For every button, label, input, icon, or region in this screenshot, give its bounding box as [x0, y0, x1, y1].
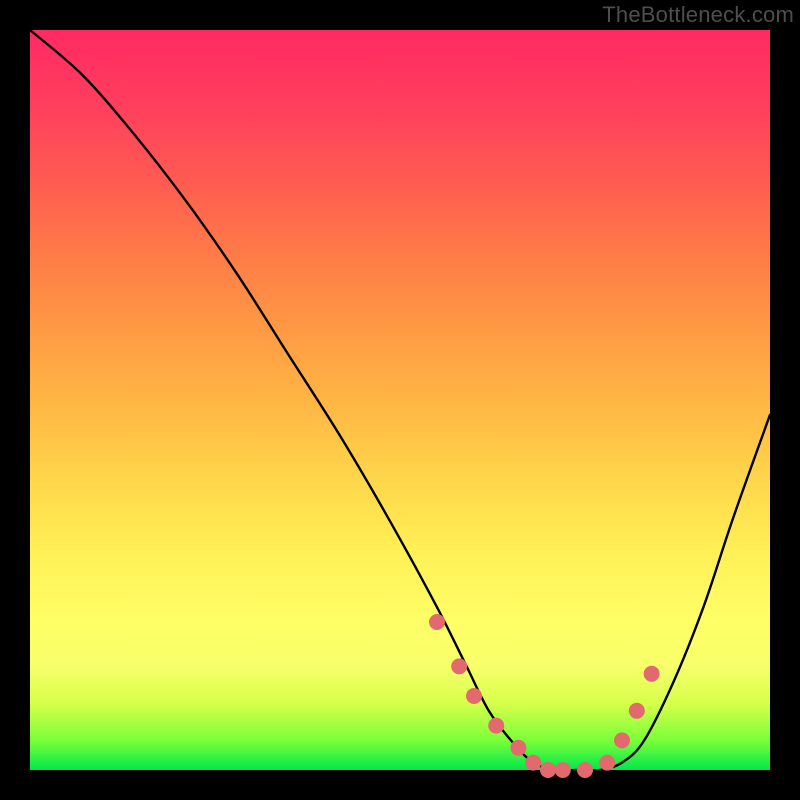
plot-frame [30, 30, 770, 770]
marker-point [510, 740, 526, 756]
marker-point [614, 732, 630, 748]
plot-svg [30, 30, 770, 770]
marker-point [451, 658, 467, 674]
marker-point [577, 762, 593, 778]
marker-point [466, 688, 482, 704]
watermark-text: TheBottleneck.com [602, 2, 794, 28]
marker-point [540, 762, 556, 778]
marker-group [429, 614, 660, 778]
marker-point [555, 762, 571, 778]
marker-point [429, 614, 445, 630]
marker-point [599, 755, 615, 771]
marker-point [644, 666, 660, 682]
marker-point [488, 718, 504, 734]
bottleneck-curve-line [30, 30, 770, 771]
marker-point [525, 755, 541, 771]
marker-point [629, 703, 645, 719]
